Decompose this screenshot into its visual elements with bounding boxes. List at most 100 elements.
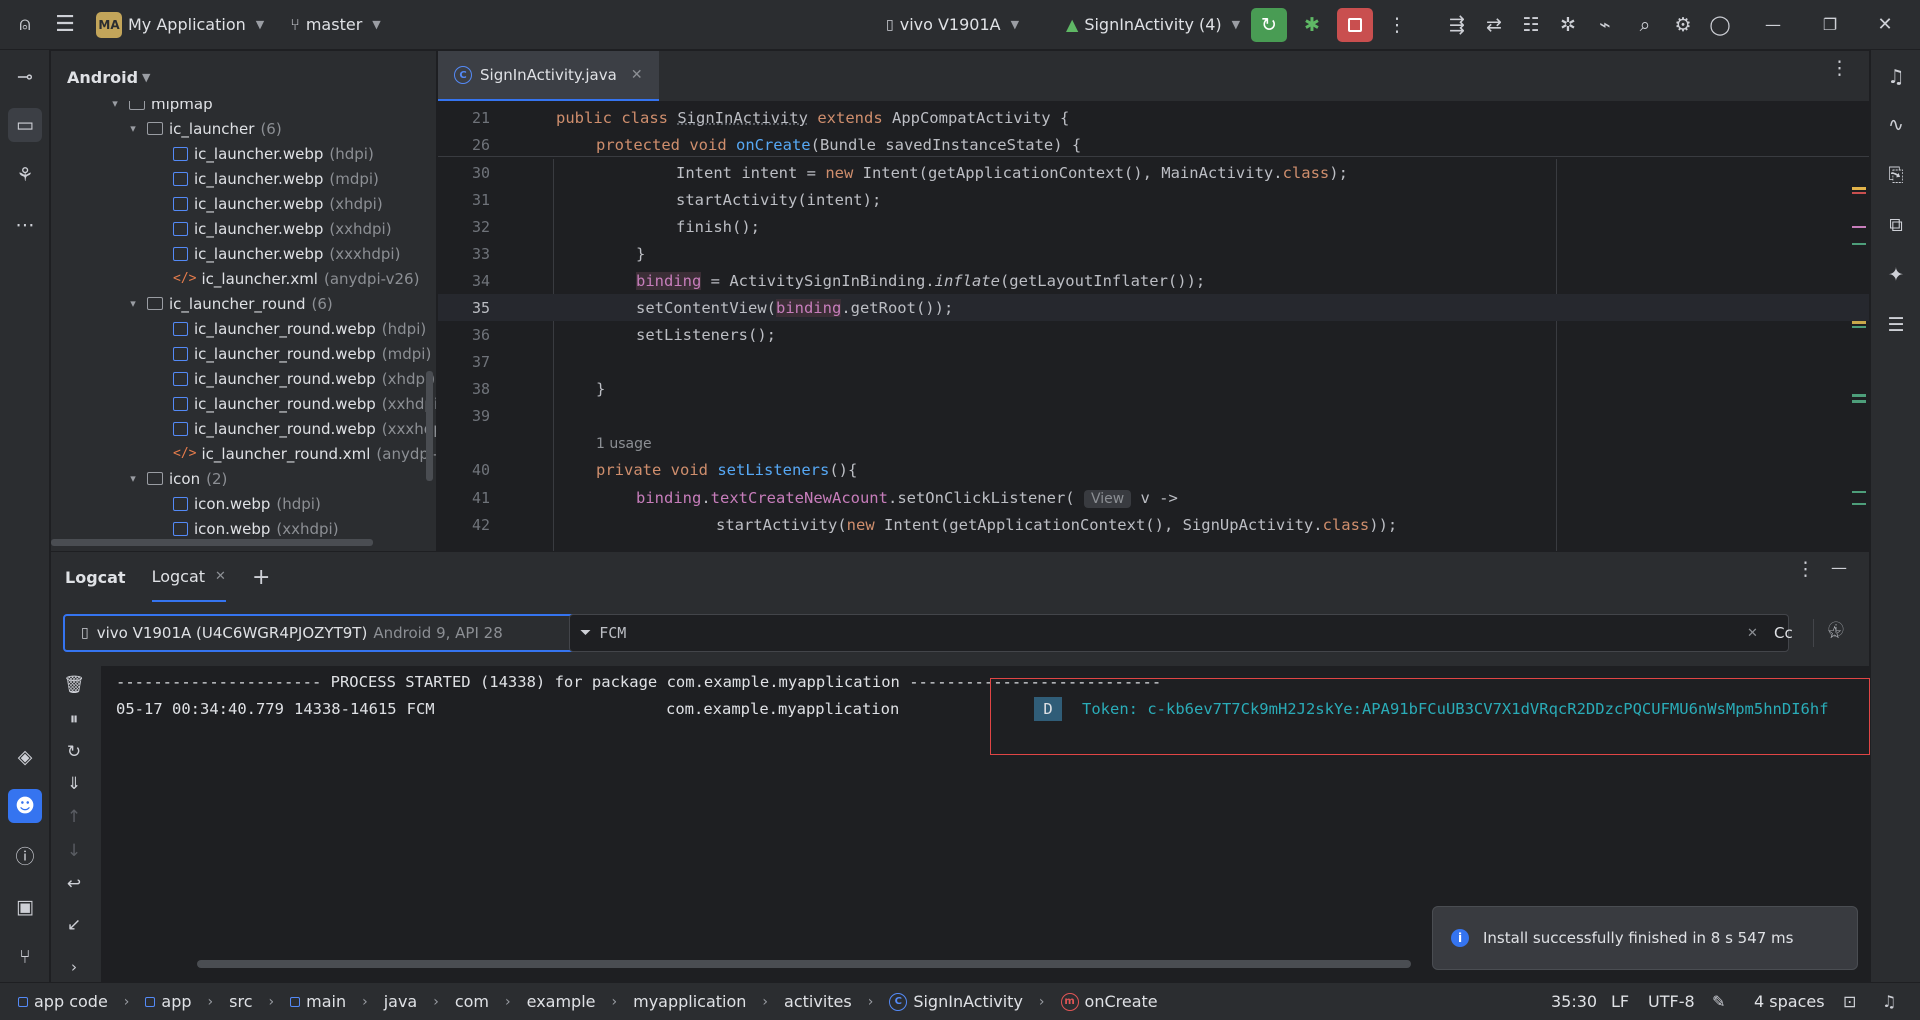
breadcrumb-item[interactable]: src: [229, 992, 252, 1011]
error-stripe-marker[interactable]: [1852, 192, 1866, 194]
device-select[interactable]: ▯ vivo V1901A (U4C6WGR4PJOZYT9T) Android…: [63, 614, 605, 652]
apply-changes-icon[interactable]: ⇶: [1440, 8, 1474, 42]
restart-icon[interactable]: ↻: [59, 737, 89, 767]
breadcrumb-item[interactable]: myapplication: [633, 992, 746, 1011]
debug-button[interactable]: ✱: [1294, 8, 1330, 42]
options-icon[interactable]: ⋮: [1796, 560, 1815, 579]
line-separator[interactable]: LF: [1611, 992, 1629, 1011]
device-selector[interactable]: ▯ vivo V1901A ▼: [886, 15, 1019, 34]
account-icon[interactable]: ◯: [1703, 8, 1737, 42]
tree-folder-ic-launcher[interactable]: ▾ ic_launcher (6): [125, 116, 281, 141]
search-icon[interactable]: ⌕: [1628, 8, 1662, 42]
file-encoding[interactable]: UTF-8: [1648, 992, 1695, 1011]
notifications-icon[interactable]: ♫: [1882, 992, 1896, 1011]
error-stripe-marker[interactable]: [1852, 243, 1866, 245]
breadcrumb-item[interactable]: example: [527, 992, 596, 1011]
tree-file[interactable]: ic_launcher.webp (xhdpi): [173, 191, 383, 216]
device-manager-icon[interactable]: ⎘: [1879, 158, 1913, 192]
vcs-branch-selector[interactable]: ⑂ master ▼: [290, 15, 381, 34]
stop-button[interactable]: [1337, 8, 1373, 42]
gemini-icon[interactable]: ◈: [8, 740, 42, 774]
scroll-to-end-icon[interactable]: ⇓: [59, 769, 89, 799]
device-mirroring-icon[interactable]: ⧉: [1879, 208, 1913, 242]
error-stripe-marker[interactable]: [1852, 226, 1866, 228]
error-stripe-marker[interactable]: [1852, 321, 1866, 324]
caret-position[interactable]: 35:30: [1551, 992, 1597, 1011]
restore-icon[interactable]: ❐: [1813, 8, 1847, 42]
tree-file[interactable]: ic_launcher_round.webp (xxhdpi): [173, 391, 436, 416]
tree-file[interactable]: icon.webp (hdpi): [173, 491, 321, 516]
sync-project-icon[interactable]: ☷: [1514, 8, 1548, 42]
help-icon[interactable]: ⓘ: [1828, 622, 1844, 638]
attach-debugger-icon[interactable]: ✲: [1551, 8, 1585, 42]
close-icon[interactable]: ✕: [631, 67, 643, 83]
indent-setting[interactable]: 4 spaces: [1754, 992, 1825, 1011]
resource-manager-icon[interactable]: ⚘: [8, 158, 42, 192]
tree-file[interactable]: ic_launcher.webp (hdpi): [173, 141, 374, 166]
more-actions-icon[interactable]: ⋮: [1380, 8, 1414, 42]
tree-folder-ic-launcher-round[interactable]: ▾ ic_launcher_round (6): [125, 291, 333, 316]
more-tabs-icon[interactable]: ⋮: [1830, 59, 1849, 78]
project-folder-icon[interactable]: ▭: [8, 108, 42, 142]
tree-file[interactable]: </> ic_launcher_round.xml (anydpi-v26): [173, 441, 436, 466]
tree-file[interactable]: icon.webp (xxhdpi): [173, 516, 339, 541]
logcat-filter-field[interactable]: ⏷ FCM ✕ Cc ☆: [569, 614, 1842, 652]
notifications-bell-icon[interactable]: ♫: [1879, 60, 1913, 94]
arrow-up-icon[interactable]: ↑: [59, 802, 89, 832]
close-icon[interactable]: ✕: [215, 569, 226, 584]
tree-file[interactable]: ic_launcher.webp (xxxhdpi): [173, 241, 400, 266]
run-config-selector[interactable]: ▲ SignInActivity (4) ▼: [1066, 15, 1240, 34]
commit-icon[interactable]: ⊸: [8, 60, 42, 94]
error-stripe-marker[interactable]: [1852, 503, 1866, 505]
lock-icon[interactable]: ⊡: [1843, 992, 1856, 1011]
minimize-icon[interactable]: —: [1756, 8, 1790, 42]
logcat-icon[interactable]: ☻: [8, 789, 42, 823]
structure-list-icon[interactable]: ☰: [1879, 308, 1913, 342]
add-tab-icon[interactable]: +: [252, 565, 270, 590]
vertical-scrollbar[interactable]: [426, 371, 433, 481]
gradle-icon[interactable]: ∿: [1879, 108, 1913, 142]
tree-file[interactable]: </> ic_launcher.xml (anydpi-v26): [173, 266, 419, 291]
tree-file[interactable]: ic_launcher_round.webp (xhdpi): [173, 366, 435, 391]
gemini-star-icon[interactable]: ✦: [1879, 258, 1913, 292]
breadcrumb-item[interactable]: java: [384, 992, 418, 1011]
error-stripe-marker[interactable]: [1852, 491, 1866, 493]
apply-code-changes-icon[interactable]: ⇄: [1477, 8, 1511, 42]
tab-logcat[interactable]: Logcat ✕: [151, 552, 226, 602]
tree-file[interactable]: ic_launcher_round.webp (xxxhdpi): [173, 416, 436, 441]
clear-filter-icon[interactable]: ✕: [1747, 626, 1758, 641]
breadcrumb-item[interactable]: app: [161, 992, 191, 1011]
breadcrumb-item[interactable]: activites: [784, 992, 852, 1011]
clear-logcat-icon[interactable]: 🗑: [59, 670, 89, 700]
pause-icon[interactable]: ⏸: [59, 704, 89, 734]
arrow-down-icon[interactable]: ↓: [59, 836, 89, 866]
error-stripe-marker[interactable]: [1852, 187, 1866, 190]
power-save-icon[interactable]: ✎: [1712, 992, 1725, 1011]
horizontal-scrollbar[interactable]: [197, 960, 1411, 968]
breadcrumb-item[interactable]: com: [455, 992, 489, 1011]
profiler-icon[interactable]: ⌁: [1588, 8, 1622, 42]
project-view-selector[interactable]: Android ▼: [51, 51, 436, 103]
breadcrumb-item[interactable]: main: [306, 992, 346, 1011]
breadcrumb-item[interactable]: onCreate: [1085, 992, 1158, 1011]
tab-signinactivity[interactable]: C SignInActivity.java ✕: [438, 51, 659, 101]
breadcrumb-item[interactable]: SignInActivity: [913, 992, 1023, 1011]
main-menu-icon[interactable]: ☰: [48, 8, 82, 42]
version-control-icon[interactable]: ⑂: [8, 940, 42, 974]
close-icon[interactable]: ✕: [1868, 8, 1902, 42]
chevron-right-icon[interactable]: ›: [59, 952, 89, 982]
breadcrumb-item[interactable]: app code: [34, 992, 108, 1011]
terminal-icon[interactable]: ▣: [8, 890, 42, 924]
tree-file[interactable]: ic_launcher_round.webp (mdpi): [173, 341, 431, 366]
more-tools-icon[interactable]: ⋯: [8, 208, 42, 242]
minimize-panel-icon[interactable]: —: [1831, 560, 1847, 576]
soft-wrap-icon[interactable]: ↩: [59, 869, 89, 899]
error-stripe-marker[interactable]: [1852, 394, 1866, 397]
notification-toast[interactable]: i Install successfully finished in 8 s 5…: [1432, 906, 1858, 970]
collapse-icon[interactable]: ↙: [59, 910, 89, 940]
tree-file[interactable]: ic_launcher.webp (mdpi): [173, 166, 379, 191]
error-stripe-marker[interactable]: [1852, 326, 1866, 328]
gear-icon[interactable]: ⚙: [1666, 8, 1700, 42]
match-case-toggle[interactable]: Cc: [1774, 624, 1793, 642]
problems-icon[interactable]: ⓘ: [8, 840, 42, 874]
